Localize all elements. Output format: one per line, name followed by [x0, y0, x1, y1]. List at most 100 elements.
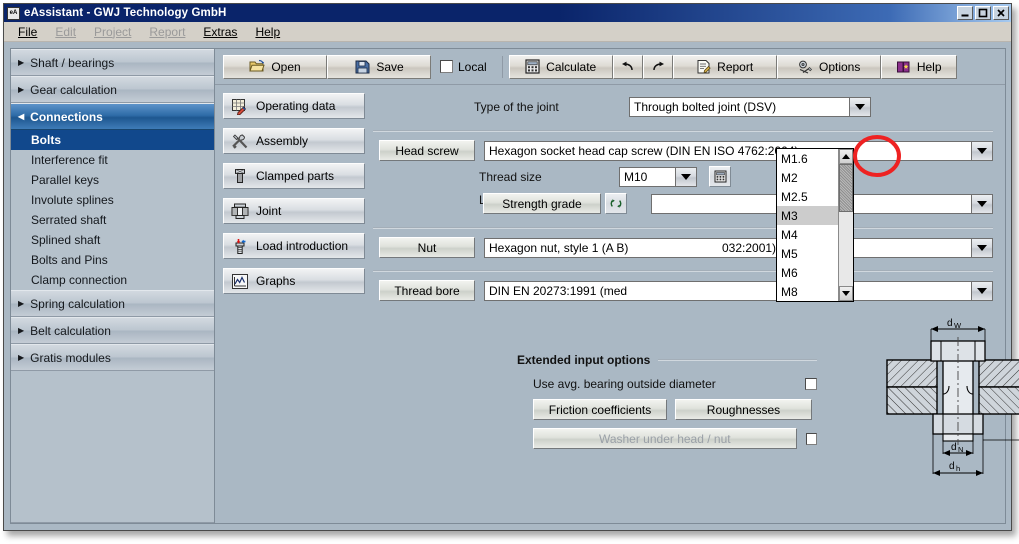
roughnesses-button[interactable]: Roughnesses [675, 399, 812, 420]
redo-button[interactable] [643, 55, 673, 79]
gear-tools-icon [797, 59, 813, 74]
sidebar-item-splined-shaft[interactable]: Splined shaft [11, 230, 214, 250]
operating-data-button[interactable]: Operating data [223, 93, 365, 119]
thread-size-option[interactable]: M6 [777, 263, 838, 282]
menu-project[interactable]: Project [94, 25, 131, 39]
sidebar-item-serrated-shaft[interactable]: Serrated shaft [11, 210, 214, 230]
head-screw-button-label: Head screw [395, 144, 458, 158]
separator-mid [373, 227, 993, 229]
scrollbar-thumb[interactable] [839, 164, 853, 212]
bolt-arrows-icon [231, 238, 249, 255]
report-button[interactable]: Report [673, 55, 777, 79]
toolbar-separator [502, 56, 503, 78]
menu-file[interactable]: File [18, 25, 37, 39]
sidebar-item-involute-splines[interactable]: Involute splines [11, 190, 214, 210]
close-icon[interactable] [993, 6, 1009, 20]
nut-button-label: Nut [418, 241, 437, 255]
assembly-button[interactable]: Assembly [223, 128, 365, 154]
scroll-up-icon[interactable] [839, 149, 853, 164]
dropdown-scrollbar[interactable] [838, 149, 853, 301]
graphs-button[interactable]: Graphs [223, 268, 365, 294]
sidebar-group-connections[interactable]: ◀ Connections [11, 103, 214, 130]
sidebar-group-gear-calculation[interactable]: ▶ Gear calculation [11, 76, 214, 103]
load-introduction-button[interactable]: Load introduction [223, 233, 365, 259]
chevron-down-icon[interactable] [971, 141, 993, 161]
head-screw-button[interactable]: Head screw [379, 140, 475, 161]
window-title: eAssistant - GWJ Technology GmbH [24, 7, 226, 19]
joint-button[interactable]: Joint [223, 198, 365, 224]
save-button[interactable]: Save [327, 55, 431, 79]
sidebar-item-bolts-and-pins[interactable]: Bolts and Pins [11, 250, 214, 270]
nut-button[interactable]: Nut [379, 237, 475, 258]
scrollbar-track[interactable] [839, 164, 853, 286]
sidebar-item-bolts[interactable]: Bolts [11, 130, 214, 150]
sidebar-item-label: Bolts [31, 133, 61, 147]
head-screw-value[interactable]: Hexagon socket head cap screw (DIN EN IS… [484, 141, 971, 161]
svg-text:W: W [954, 321, 962, 330]
sidebar-group-label: Spring calculation [30, 297, 125, 311]
thread-size-option[interactable]: M8 [777, 282, 838, 301]
thread-size-value[interactable]: M10 [619, 167, 675, 187]
chevron-down-icon[interactable] [849, 97, 871, 117]
thread-bore-combo[interactable]: DIN EN 20273:1991 (med [484, 281, 993, 301]
local-checkbox[interactable]: Local [431, 60, 496, 74]
thread-bore-value[interactable]: DIN EN 20273:1991 (med [484, 281, 971, 301]
head-screw-combo[interactable]: Hexagon socket head cap screw (DIN EN IS… [484, 141, 993, 161]
thread-size-option[interactable]: M2.5 [777, 187, 838, 206]
thread-size-option-highlighted[interactable]: M3 [777, 206, 838, 225]
sidebar-item-clamp-connection[interactable]: Clamp connection [11, 270, 214, 290]
chevron-down-icon[interactable] [971, 281, 993, 301]
options-button[interactable]: Options [777, 55, 881, 79]
thread-size-option[interactable]: M5 [777, 244, 838, 263]
svg-text:d: d [949, 461, 955, 472]
chevron-down-icon[interactable] [971, 194, 993, 214]
thread-size-option[interactable]: M4 [777, 225, 838, 244]
help-button[interactable]: Help [881, 55, 957, 79]
local-checkbox-box[interactable] [440, 60, 453, 73]
nut-value[interactable]: Hexagon nut, style 1 (A B) 032:2001) [484, 238, 971, 258]
sidebar-group-shaft-bearings[interactable]: ▶ Shaft / bearings [11, 49, 214, 76]
menu-extras-label: Extras [203, 25, 237, 39]
open-button-label: Open [271, 60, 300, 74]
thread-size-option[interactable]: M2 [777, 168, 838, 187]
nut-combo[interactable]: Hexagon nut, style 1 (A B) 032:2001) [484, 238, 993, 258]
sidebar-group-spring-calculation[interactable]: ▶ Spring calculation [11, 290, 214, 317]
sidebar-group-gratis-modules[interactable]: ▶ Gratis modules [11, 344, 214, 371]
menu-extras[interactable]: Extras [203, 25, 237, 39]
joint-type-value[interactable]: Through bolted joint (DSV) [629, 97, 849, 117]
title-bar: eA eAssistant - GWJ Technology GmbH [4, 4, 1011, 22]
thread-size-combo[interactable]: M10 [619, 167, 697, 187]
sidebar-item-label: Interference fit [31, 153, 108, 167]
report-button-label: Report [717, 60, 753, 74]
scroll-down-icon[interactable] [839, 286, 853, 301]
avg-bearing-checkbox[interactable] [805, 378, 817, 390]
refresh-button[interactable] [605, 193, 627, 214]
sidebar-group-belt-calculation[interactable]: ▶ Belt calculation [11, 317, 214, 344]
washer-checkbox[interactable] [806, 433, 817, 445]
chevron-down-icon[interactable] [675, 167, 697, 187]
joint-type-combo[interactable]: Through bolted joint (DSV) [629, 97, 871, 117]
open-button[interactable]: Open [223, 55, 327, 79]
thread-bore-button[interactable]: Thread bore [379, 280, 475, 301]
menu-help[interactable]: Help [255, 25, 280, 39]
menu-report[interactable]: Report [149, 25, 185, 39]
sidebar-group-label: Gratis modules [30, 351, 111, 365]
clamped-parts-button[interactable]: Clamped parts [223, 163, 365, 189]
strength-grade-button[interactable]: Strength grade [483, 193, 601, 214]
chevron-down-icon[interactable] [971, 238, 993, 258]
friction-coefficients-button[interactable]: Friction coefficients [533, 399, 667, 420]
undo-button[interactable] [613, 55, 643, 79]
calculate-button[interactable]: Calculate [509, 55, 613, 79]
sidebar-item-parallel-keys[interactable]: Parallel keys [11, 170, 214, 190]
content-pane: Open Save Local [214, 48, 1006, 524]
options-button-label: Options [819, 60, 860, 74]
menu-edit[interactable]: Edit [55, 25, 76, 39]
chevron-down-icon: ◀ [18, 113, 24, 121]
thread-size-dropdown-popup[interactable]: M1.6 M2 M2.5 M3 M4 M5 M6 M8 [776, 148, 854, 302]
maximize-icon[interactable] [975, 6, 991, 20]
minimize-icon[interactable] [957, 6, 973, 20]
redo-icon [650, 60, 666, 73]
calculator-icon-button[interactable] [709, 166, 731, 187]
sidebar-item-interference-fit[interactable]: Interference fit [11, 150, 214, 170]
thread-size-option[interactable]: M1.6 [777, 149, 838, 168]
